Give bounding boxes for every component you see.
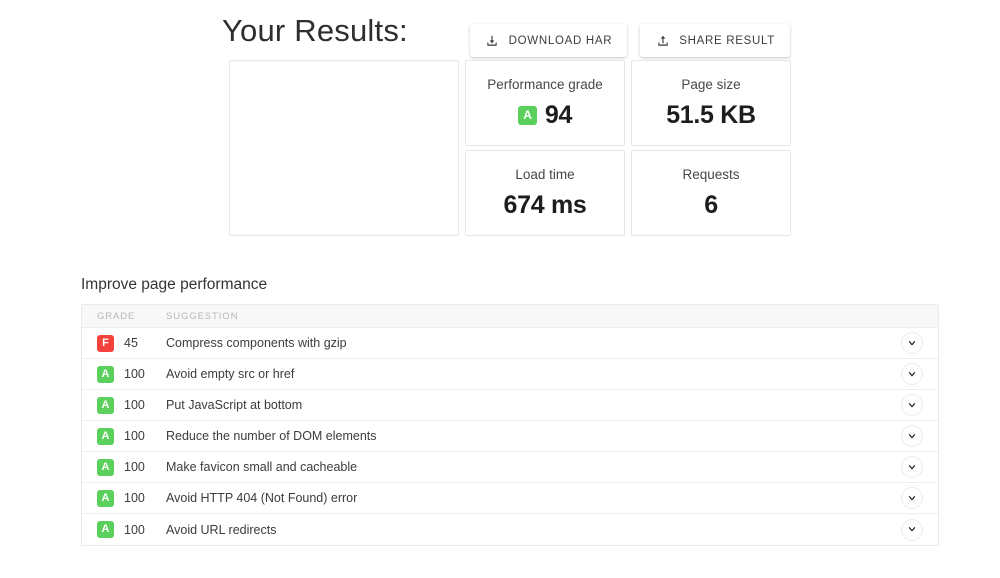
- performance-grade-label: Performance grade: [487, 77, 603, 92]
- page-size-value: 51.5 KB: [666, 101, 756, 129]
- cell-grade: A 100: [82, 458, 166, 476]
- expand-row-button[interactable]: [901, 425, 923, 447]
- requests-card: Requests 6: [631, 150, 791, 236]
- cell-grade: A 100: [82, 365, 166, 383]
- suggestions-rows: F 45 Compress components with gzip A 100 Avoi…: [82, 328, 938, 545]
- cell-grade: A 100: [82, 521, 166, 538]
- requests-value-row: 6: [632, 190, 790, 220]
- load-time-label: Load time: [515, 167, 575, 182]
- improve-performance-section: Improve page performance GRADE SUGGESTIO…: [81, 274, 939, 546]
- grade-score: 100: [124, 491, 145, 505]
- column-header-grade: GRADE: [97, 310, 136, 322]
- grade-score: 100: [124, 429, 145, 443]
- chevron-down-icon: [907, 398, 917, 413]
- grade-score: 100: [124, 460, 145, 474]
- requests-value: 6: [704, 191, 718, 219]
- expand-row-button[interactable]: [901, 363, 923, 385]
- suggestion-text: Reduce the number of DOM elements: [166, 429, 377, 443]
- grade-badge: A: [97, 365, 114, 383]
- download-har-label: DOWNLOAD HAR: [508, 34, 613, 47]
- table-row[interactable]: A 100 Make favicon small and cacheable: [82, 452, 938, 483]
- upload-icon: [655, 33, 670, 48]
- expand-row-button[interactable]: [901, 487, 923, 509]
- performance-grade-value: 94: [544, 101, 573, 129]
- load-time-value: 674 ms: [503, 191, 587, 219]
- suggestion-text: Avoid URL redirects: [166, 522, 277, 537]
- section-title: Improve page performance: [81, 276, 268, 293]
- requests-label: Requests: [682, 167, 740, 182]
- expand-row-button[interactable]: [901, 332, 923, 354]
- load-time-card: Load time 674 ms: [465, 150, 625, 236]
- cell-grade: A 100: [82, 427, 166, 445]
- performance-grade-value-row: A 94: [466, 100, 624, 130]
- chevron-down-icon: [907, 491, 917, 506]
- download-har-button[interactable]: DOWNLOAD HAR: [469, 24, 628, 57]
- suggestion-text: Compress components with gzip: [166, 336, 347, 350]
- column-header-suggestion: SUGGESTION: [166, 310, 239, 322]
- expand-row-button[interactable]: [901, 394, 923, 416]
- suggestions-table: GRADE SUGGESTION F 45 Compress components …: [81, 304, 939, 546]
- grade-score: 45: [124, 336, 138, 350]
- header-actions: DOWNLOAD HAR SHARE RESULT: [469, 24, 790, 57]
- table-header-row: GRADE SUGGESTION: [82, 305, 938, 328]
- cell-toggle: [886, 456, 938, 478]
- summary-chart-card: [229, 60, 459, 236]
- suggestion-text: Put JavaScript at bottom: [166, 398, 303, 412]
- results-header: Your Results: DOWNLOAD HAR SHARE RESULT: [222, 8, 790, 57]
- grade-badge: A: [97, 521, 114, 538]
- suggestion-text: Make favicon small and cacheable: [166, 460, 358, 474]
- cell-grade: A 100: [82, 396, 166, 414]
- page-size-value-row: 51.5 KB: [632, 100, 790, 130]
- cell-grade: F 45: [82, 334, 166, 352]
- page-size-label: Page size: [681, 77, 741, 92]
- table-row[interactable]: A 100 Put JavaScript at bottom: [82, 390, 938, 421]
- table-row[interactable]: A 100 Avoid URL redirects: [82, 514, 938, 545]
- table-row[interactable]: A 100 Avoid HTTP 404 (Not Found) error: [82, 483, 938, 514]
- grade-score: 100: [124, 367, 145, 381]
- page-title: Your Results:: [222, 13, 408, 48]
- expand-row-button[interactable]: [901, 456, 923, 478]
- grade-badge: A: [97, 427, 114, 445]
- summary-cards: Performance grade A 94 Page size 51.5 KB…: [229, 60, 791, 236]
- load-time-value-row: 674 ms: [466, 190, 624, 220]
- suggestion-text: Avoid empty src or href: [166, 367, 295, 381]
- chevron-down-icon: [907, 460, 917, 475]
- performance-grade-badge: A: [517, 105, 537, 125]
- grade-score: 100: [124, 398, 145, 412]
- table-row[interactable]: A 100 Reduce the number of DOM elements: [82, 421, 938, 452]
- chevron-down-icon: [907, 367, 917, 382]
- expand-row-button[interactable]: [901, 518, 923, 541]
- grade-score: 100: [124, 522, 145, 537]
- cell-toggle: [886, 332, 938, 354]
- cell-toggle: [886, 518, 938, 541]
- cell-toggle: [886, 487, 938, 509]
- cell-grade: A 100: [82, 489, 166, 507]
- table-row[interactable]: F 45 Compress components with gzip: [82, 328, 938, 359]
- cell-toggle: [886, 425, 938, 447]
- grade-badge: A: [97, 458, 114, 476]
- cell-toggle: [886, 363, 938, 385]
- grade-badge: A: [97, 489, 114, 507]
- chevron-down-icon: [907, 336, 917, 351]
- share-result-label: SHARE RESULT: [679, 34, 775, 47]
- download-icon: [485, 33, 500, 48]
- table-row[interactable]: A 100 Avoid empty src or href: [82, 359, 938, 390]
- grade-badge: F: [97, 334, 114, 352]
- grade-badge: A: [97, 396, 114, 414]
- performance-grade-card: Performance grade A 94: [465, 60, 625, 146]
- chevron-down-icon: [907, 522, 917, 537]
- cell-toggle: [886, 394, 938, 416]
- page-size-card: Page size 51.5 KB: [631, 60, 791, 146]
- share-result-button[interactable]: SHARE RESULT: [640, 24, 790, 57]
- chevron-down-icon: [907, 429, 917, 444]
- suggestion-text: Avoid HTTP 404 (Not Found) error: [166, 491, 358, 505]
